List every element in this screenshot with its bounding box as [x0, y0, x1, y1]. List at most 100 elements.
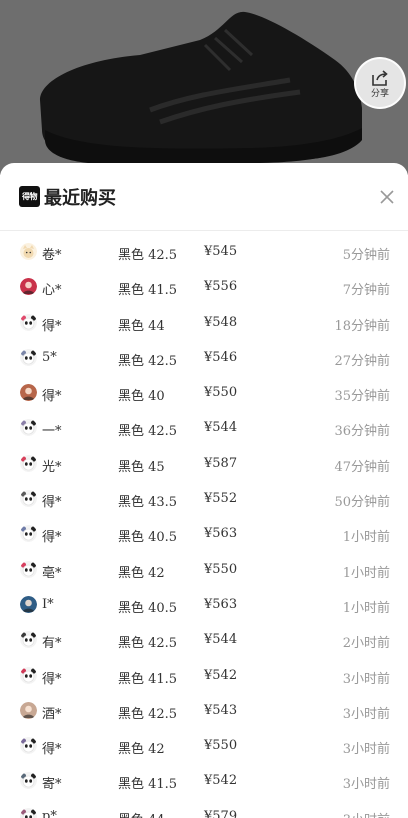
purchase-row: 得* 黑色 42 ¥550 3小时前 — [0, 729, 408, 764]
purchase-spec: 黑色 42.5 — [118, 424, 178, 440]
purchase-time: 1小时前 — [342, 530, 390, 546]
purchase-row: 5* 黑色 42.5 ¥546 27分钟前 — [0, 341, 408, 376]
purchase-time: 3小时前 — [342, 671, 390, 687]
purchase-spec: 黑色 42.5 — [118, 706, 178, 722]
purchase-spec: 黑色 40.5 — [118, 530, 178, 546]
purchase-price: ¥587 — [204, 455, 238, 471]
purchase-price: ¥544 — [204, 632, 238, 648]
avatar-photo-icon — [20, 384, 37, 402]
purchase-user-name: 卷* — [42, 248, 62, 263]
purchase-price: ¥544 — [204, 420, 238, 436]
purchase-user-name: p* — [42, 808, 57, 818]
avatar-cat-icon — [20, 243, 37, 260]
purchase-price: ¥548 — [204, 314, 238, 330]
purchase-spec: 黑色 41.5 — [118, 777, 178, 793]
purchase-spec: 黑色 43.5 — [118, 495, 178, 511]
purchase-price: ¥542 — [204, 773, 238, 789]
purchase-time: 50分钟前 — [334, 495, 390, 511]
sheet-header: 得物 最近购买 — [0, 163, 408, 231]
product-image-area: 分享 — [0, 0, 408, 175]
purchase-user-name: 光* — [42, 459, 62, 475]
avatar-panda-icon — [20, 772, 37, 790]
purchase-time: 3小时前 — [343, 809, 390, 818]
purchase-time: 36分钟前 — [334, 424, 390, 440]
purchase-time: 18分钟前 — [334, 318, 390, 334]
purchase-row: 得* 黑色 40 ¥550 35分钟前 — [0, 376, 408, 411]
purchase-user-name: 有* — [42, 636, 62, 652]
purchase-user-name: I* — [42, 596, 54, 612]
purchase-price: ¥550 — [204, 738, 238, 754]
purchase-time: 27分钟前 — [334, 353, 390, 369]
avatar-panda-icon — [20, 313, 37, 331]
purchase-price: ¥550 — [204, 561, 238, 577]
purchase-row: 得* 黑色 41.5 ¥542 3小时前 — [0, 659, 408, 694]
purchase-user-name: 心* — [42, 283, 62, 299]
purchase-price: ¥542 — [204, 667, 238, 683]
avatar-panda-icon — [20, 348, 37, 366]
purchase-time: 1小时前 — [342, 600, 390, 616]
purchase-user-name: 得* — [42, 495, 62, 511]
avatar-panda-icon — [20, 454, 37, 472]
purchase-row: 得* 黑色 40.5 ¥563 1小时前 — [0, 517, 408, 552]
purchase-row: 得* 黑色 44 ¥548 18分钟前 — [0, 306, 408, 341]
dewu-logo-icon: 得物 — [19, 186, 40, 207]
purchase-spec: 黑色 45 — [118, 459, 165, 475]
purchase-price: ¥579 — [204, 808, 238, 818]
avatar-panda-icon — [20, 666, 37, 684]
purchase-spec: 黑色 41.5 — [118, 671, 178, 687]
purchase-row: 一* 黑色 42.5 ¥544 36分钟前 — [0, 411, 408, 446]
avatar-photo-icon — [20, 595, 37, 613]
purchase-user-name: 酒* — [42, 706, 62, 722]
share-icon — [372, 69, 388, 86]
share-label: 分享 — [370, 87, 389, 98]
purchase-time: 3小时前 — [342, 742, 390, 758]
purchase-spec: 黑色 42.5 — [118, 636, 178, 652]
purchase-row: p* 黑色 44 ¥579 3小时前 — [0, 800, 408, 818]
avatar-panda-icon — [20, 737, 37, 755]
purchase-list: 卷* 黑色 42.5 ¥545 5分钟前心* 黑色 41.5 ¥556 7分钟前得* 黑色 4… — [0, 235, 408, 818]
purchase-time: 1小时前 — [342, 565, 390, 581]
purchase-row: 卷* 黑色 42.5 ¥545 5分钟前 — [0, 235, 408, 270]
purchase-row: 光* 黑色 45 ¥587 47分钟前 — [0, 447, 408, 482]
purchase-price: ¥545 — [204, 244, 238, 259]
purchase-spec: 黑色 44 — [118, 318, 165, 334]
purchase-price: ¥550 — [204, 385, 238, 401]
purchase-price: ¥546 — [204, 349, 238, 365]
close-icon[interactable] — [379, 189, 395, 205]
purchase-time: 7分钟前 — [342, 283, 390, 299]
avatar-panda-icon — [20, 807, 37, 818]
purchase-row: 亳* 黑色 42 ¥550 1小时前 — [0, 553, 408, 588]
purchase-price: ¥563 — [204, 526, 238, 542]
purchase-time: 3小时前 — [342, 706, 390, 722]
purchase-spec: 黑色 42.5 — [118, 248, 178, 263]
purchase-row: 有* 黑色 42.5 ¥544 2小时前 — [0, 623, 408, 658]
purchase-row: 酒* 黑色 42.5 ¥543 3小时前 — [0, 694, 408, 729]
product-shoe-image — [40, 11, 362, 164]
purchase-spec: 黑色 42.5 — [118, 353, 178, 369]
avatar-panda-icon — [20, 419, 37, 437]
purchase-row: I* 黑色 40.5 ¥563 1小时前 — [0, 588, 408, 623]
purchase-price: ¥556 — [204, 279, 238, 295]
purchase-user-name: 得* — [42, 318, 62, 334]
purchase-user-name: 寄* — [42, 777, 62, 793]
purchase-user-name: 一* — [42, 424, 62, 440]
purchase-price: ¥552 — [204, 491, 238, 507]
purchase-user-name: 得* — [42, 389, 62, 405]
purchase-time: 5分钟前 — [342, 248, 390, 263]
purchase-time: 3小时前 — [342, 777, 390, 793]
avatar-panda-icon — [20, 560, 37, 578]
avatar-panda-icon — [20, 525, 37, 543]
purchase-spec: 黑色 40 — [118, 389, 165, 405]
purchase-spec: 黑色 41.5 — [118, 283, 178, 299]
purchase-row: 得* 黑色 43.5 ¥552 50分钟前 — [0, 482, 408, 517]
purchase-user-name: 亳* — [42, 565, 62, 581]
purchase-user-name: 5* — [42, 349, 57, 365]
purchase-row: 心* 黑色 41.5 ¥556 7分钟前 — [0, 270, 408, 305]
avatar-photo-icon — [20, 701, 37, 719]
share-button[interactable]: 分享 — [354, 57, 406, 109]
avatar-panda-icon — [20, 490, 37, 508]
recent-purchases-sheet: 得物 最近购买 卷* 黑色 42.5 ¥545 5分钟前心* 黑色 41.5 ¥556 7分… — [0, 163, 408, 818]
purchase-price: ¥563 — [204, 596, 238, 612]
purchase-time: 2小时前 — [342, 636, 390, 652]
purchase-spec: 黑色 42 — [118, 565, 165, 581]
